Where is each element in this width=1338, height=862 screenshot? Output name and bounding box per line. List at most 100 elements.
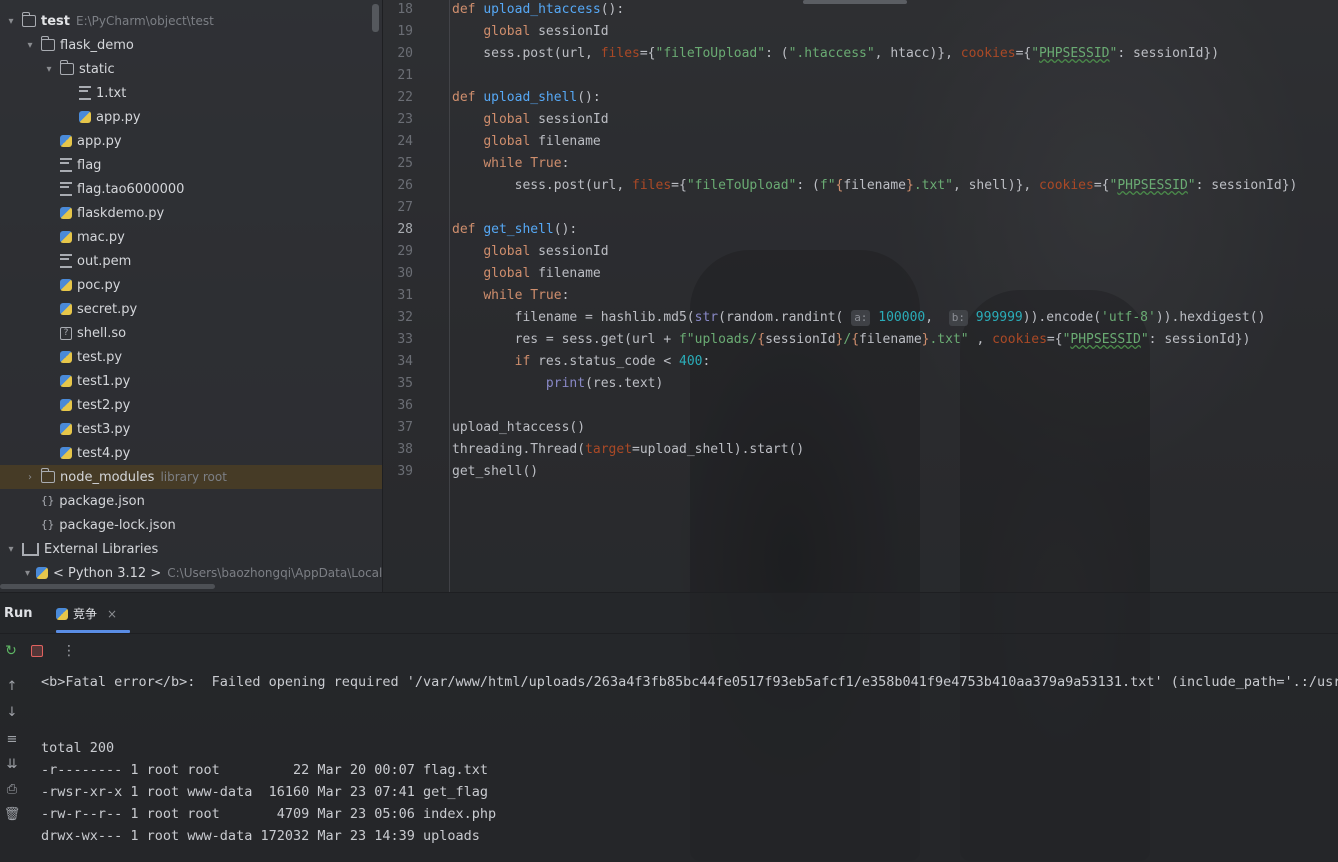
tree-item[interactable]: test3.py <box>0 417 382 441</box>
tree-item[interactable]: flag.tao6000000 <box>0 177 382 201</box>
unknown-file-icon: ? <box>60 326 72 340</box>
tree-item-label: flag <box>77 157 102 173</box>
tree-item[interactable]: test.py <box>0 345 382 369</box>
more-icon[interactable]: ⋮ <box>60 642 78 660</box>
tree-item-label: < Python 3.12 > <box>53 565 162 581</box>
tree-item[interactable]: mac.py <box>0 225 382 249</box>
code-line[interactable]: 29 global sessionId <box>383 241 1338 263</box>
tree-item-label: test <box>41 13 70 29</box>
tree-item[interactable]: ▾ test E:\PyCharm\object\test <box>0 9 382 33</box>
tree-item[interactable]: ? shell.so <box>0 321 382 345</box>
text-file-icon <box>60 182 72 196</box>
tree-item[interactable]: app.py <box>0 105 382 129</box>
code-line[interactable]: 24 global filename <box>383 131 1338 153</box>
code-line[interactable]: 38 threading.Thread(target=upload_shell).… <box>383 439 1338 461</box>
line-number: 34 <box>397 354 413 369</box>
code-line[interactable]: 22 def upload_shell(): <box>383 87 1338 109</box>
code-line[interactable]: 23 global sessionId <box>383 109 1338 131</box>
folder-icon <box>40 36 55 51</box>
tree-item-label: test.py <box>77 349 123 365</box>
tree-item[interactable]: poc.py <box>0 273 382 297</box>
tree-item[interactable]: flag <box>0 153 382 177</box>
console-line: drwx-wx--- 1 root www-data 172032 Mar 23… <box>41 828 480 844</box>
code-line[interactable]: 20 sess.post(url, files={"fileToUpload":… <box>383 43 1338 65</box>
param-hint-a: a: <box>851 310 871 326</box>
run-config-tab[interactable]: 竞争 × <box>56 605 117 622</box>
project-horizontal-scrollbar[interactable] <box>0 584 215 589</box>
python-file-icon <box>60 447 72 459</box>
tree-item[interactable]: ▾ flask_demo <box>0 33 382 57</box>
trash-icon[interactable]: 🗑 <box>3 806 21 824</box>
console-output[interactable]: <b>Fatal error</b>: Failed opening requi… <box>41 671 1338 862</box>
tree-item[interactable]: ▾ < Python 3.12 > C:\Users\baozhongqi\AppD… <box>0 561 382 585</box>
tree-item[interactable]: 1.txt <box>0 81 382 105</box>
code-line[interactable]: 28 def get_shell(): <box>383 219 1338 241</box>
code-line[interactable]: 21 <box>383 65 1338 87</box>
tree-item[interactable]: › node_modules library root <box>0 465 382 489</box>
code-line[interactable]: 32 filename = hashlib.md5(str(random.ran… <box>383 307 1338 329</box>
line-number: 28 <box>397 222 413 237</box>
line-number: 29 <box>397 244 413 259</box>
close-tab-icon[interactable]: × <box>107 607 117 621</box>
console-line: total 200 <box>41 740 115 756</box>
chevron-down-icon[interactable]: ▾ <box>25 568 30 579</box>
tree-item-label: test3.py <box>77 421 131 437</box>
arrow-down-icon[interactable]: ↓ <box>3 704 21 722</box>
text-file-icon <box>60 254 72 268</box>
print-icon[interactable]: ⎙ <box>3 781 21 799</box>
tree-item-hint: C:\Users\baozhongqi\AppData\Local\ <box>167 566 382 580</box>
code-line[interactable]: 34 if res.status_code < 400: <box>383 351 1338 373</box>
chevron-down-icon[interactable]: ▾ <box>44 64 54 75</box>
line-number: 39 <box>397 464 413 479</box>
tree-item[interactable]: flaskdemo.py <box>0 201 382 225</box>
code-line[interactable]: 31 while True: <box>383 285 1338 307</box>
code-line[interactable]: 26 sess.post(url, files={"fileToUpload":… <box>383 175 1338 197</box>
scroll-to-end-icon[interactable]: ⇊ <box>3 756 21 774</box>
code-line[interactable]: 39 get_shell() <box>383 461 1338 483</box>
code-line[interactable]: 30 global filename <box>383 263 1338 285</box>
line-number: 24 <box>397 134 413 149</box>
code-line[interactable]: 33 res = sess.get(url + f"uploads/{sessi… <box>383 329 1338 351</box>
tree-item[interactable]: secret.py <box>0 297 382 321</box>
chevron-down-icon[interactable]: ▾ <box>6 544 16 555</box>
code-line[interactable]: 37 upload_htaccess() <box>383 417 1338 439</box>
tree-item-label: External Libraries <box>44 541 159 557</box>
stop-icon[interactable] <box>28 642 46 660</box>
chevron-down-icon[interactable]: ▾ <box>6 16 16 27</box>
tree-item[interactable]: {} package-lock.json <box>0 513 382 537</box>
tree-item[interactable]: {} package.json <box>0 489 382 513</box>
rerun-icon[interactable]: ↻ <box>2 642 20 660</box>
code-line[interactable]: 36 <box>383 395 1338 417</box>
line-number: 26 <box>397 178 413 193</box>
code-line[interactable]: 18 def upload_htaccess(): <box>383 0 1338 21</box>
arrow-up-icon[interactable]: ↑ <box>3 678 21 696</box>
tree-item[interactable]: test1.py <box>0 369 382 393</box>
soft-wrap-icon[interactable]: ≡ <box>3 731 21 749</box>
line-number: 27 <box>397 200 413 215</box>
line-number: 37 <box>397 420 413 435</box>
console-line: -r-------- 1 root root 22 Mar 20 00:07 f… <box>41 762 489 778</box>
chevron-right-icon[interactable]: › <box>25 472 35 483</box>
code-line[interactable]: 19 global sessionId <box>383 21 1338 43</box>
tree-item[interactable]: app.py <box>0 129 382 153</box>
python-file-icon <box>60 375 72 387</box>
tree-item-label: test2.py <box>77 397 131 413</box>
param-hint-b: b: <box>948 310 968 326</box>
code-line[interactable]: 25 while True: <box>383 153 1338 175</box>
code-line[interactable]: 27 <box>383 197 1338 219</box>
line-number: 38 <box>397 442 413 457</box>
tree-item[interactable]: ▾ External Libraries <box>0 537 382 561</box>
project-vertical-scrollbar[interactable] <box>372 4 379 32</box>
tree-item[interactable]: ▾ static <box>0 57 382 81</box>
tree-item-hint: E:\PyCharm\object\test <box>75 14 214 28</box>
code-editor[interactable]: 18 def upload_htaccess(): 19 global sessi… <box>383 0 1338 592</box>
tree-item[interactable]: out.pem <box>0 249 382 273</box>
console-line: -rw-r--r-- 1 root root 4709 Mar 23 05:06… <box>41 806 497 822</box>
tree-item-label: package.json <box>59 493 145 509</box>
tree-item[interactable]: test4.py <box>0 441 382 465</box>
chevron-down-icon[interactable]: ▾ <box>25 40 35 51</box>
tree-item-label: test4.py <box>77 445 131 461</box>
code-line[interactable]: 35 print(res.text) <box>383 373 1338 395</box>
tree-item[interactable]: test2.py <box>0 393 382 417</box>
